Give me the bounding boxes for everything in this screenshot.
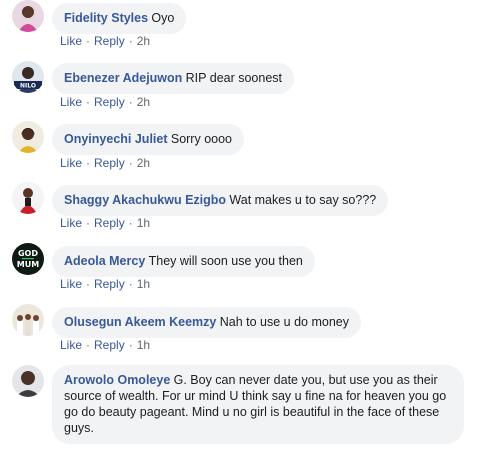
comment-bubble: Fidelity Styles Oyo (52, 3, 187, 34)
separator: · (128, 156, 133, 170)
reply-link[interactable]: Reply (94, 34, 125, 48)
reply-link[interactable]: Reply (94, 95, 125, 109)
avatar[interactable] (12, 0, 44, 32)
avatar-badge-text: NILO (20, 83, 36, 90)
reply-link[interactable]: Reply (94, 338, 125, 352)
comment-actions: Like · Reply · 2h (60, 34, 150, 48)
timestamp[interactable]: 2h (137, 34, 150, 48)
timestamp[interactable]: 1h (137, 338, 150, 352)
separator: · (86, 338, 91, 352)
separator: · (128, 34, 133, 48)
like-link[interactable]: Like (60, 95, 82, 109)
separator: · (86, 95, 91, 109)
like-link[interactable]: Like (60, 34, 82, 48)
comment-author[interactable]: Adeola Mercy (64, 254, 145, 268)
avatar[interactable] (12, 304, 44, 336)
comment-bubble: Onyinyechi Juliet Sorry oooo (52, 124, 245, 155)
separator: · (86, 34, 91, 48)
comment-bubble: Arowolo Omoleye G. Boy can never date yo… (52, 365, 464, 444)
separator: · (128, 338, 133, 352)
comment-actions: Like · Reply · 2h (60, 95, 150, 109)
comment-text: They will soon use you then (148, 254, 303, 268)
reply-link[interactable]: Reply (94, 156, 125, 170)
comment-actions: Like · Reply · 1h (60, 216, 150, 230)
comment-author[interactable]: Shaggy Akachukwu Ezigbo (64, 193, 226, 207)
comment-text: Wat makes u to say so??? (229, 193, 377, 207)
comment-actions: Like · Reply · 1h (60, 338, 150, 352)
comment-author[interactable]: Arowolo Omoleye (64, 373, 170, 387)
like-link[interactable]: Like (60, 338, 82, 352)
like-link[interactable]: Like (60, 156, 82, 170)
avatar[interactable] (12, 182, 44, 214)
separator: · (86, 156, 91, 170)
comment-author[interactable]: Olusegun Akeem Keemzy (64, 315, 216, 329)
comment-bubble: Ebenezer Adejuwon RIP dear soonest (52, 63, 295, 94)
separator: · (128, 216, 133, 230)
comment-author[interactable]: Ebenezer Adejuwon (64, 71, 182, 85)
avatar[interactable] (12, 365, 44, 397)
comment-author[interactable]: Onyinyechi Juliet (64, 132, 168, 146)
comment-text: Oyo (151, 11, 175, 25)
comment-text: RIP dear soonest (185, 71, 283, 85)
comment-author[interactable]: Fidelity Styles (64, 11, 148, 25)
like-link[interactable]: Like (60, 277, 82, 291)
comment-bubble: Olusegun Akeem Keemzy Nah to use u do mo… (52, 307, 361, 338)
timestamp[interactable]: 1h (137, 216, 150, 230)
comment-actions: Like · Reply · 1h (60, 277, 150, 291)
avatar[interactable] (12, 121, 44, 153)
reply-link[interactable]: Reply (94, 277, 125, 291)
avatar[interactable]: NILO (12, 61, 44, 93)
reply-link[interactable]: Reply (94, 216, 125, 230)
comment-text: Sorry oooo (170, 132, 233, 146)
like-link[interactable]: Like (60, 216, 82, 230)
avatar-text-god: GOD (18, 249, 38, 258)
avatar-text-mum: MUM (17, 260, 39, 269)
avatar[interactable]: GOD MUM (12, 243, 44, 275)
separator: · (86, 216, 91, 230)
comment-bubble: Adeola Mercy They will soon use you then (52, 246, 315, 277)
separator: · (86, 277, 91, 291)
comment-text: Nah to use u do money (219, 315, 349, 329)
timestamp[interactable]: 2h (137, 156, 150, 170)
separator: · (128, 277, 133, 291)
comment-bubble: Shaggy Akachukwu Ezigbo Wat makes u to s… (52, 185, 389, 216)
separator: · (128, 95, 133, 109)
timestamp[interactable]: 2h (137, 95, 150, 109)
timestamp[interactable]: 1h (137, 277, 150, 291)
comment-actions: Like · Reply · 2h (60, 156, 150, 170)
